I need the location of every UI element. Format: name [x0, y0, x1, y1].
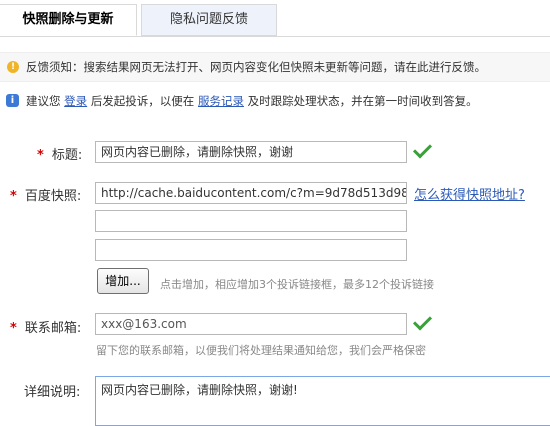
detail-textarea[interactable]: 网页内容已删除，请删除快照，谢谢!: [95, 376, 550, 426]
login-link[interactable]: 登录: [64, 94, 87, 108]
warning-icon: !: [7, 61, 19, 73]
detail-label: 详细说明:: [24, 385, 81, 400]
service-record-link[interactable]: 服务记录: [198, 94, 244, 108]
email-valid-check-icon: [412, 311, 433, 331]
notice-text: 反馈须知：搜索结果网页无法打开、网页内容变化但快照未更新等问题，请在此进行反馈。: [26, 60, 486, 74]
tab-snapshot-delete-update[interactable]: 快照删除与更新: [0, 4, 137, 36]
login-tip: 建议您 登录 后发起投诉，以便在 服务记录 及时跟踪处理状态，并在第一时间收到答…: [26, 93, 478, 109]
tab-bar: 快照删除与更新 隐私问题反馈: [0, 0, 550, 37]
snapshot-url-input-2[interactable]: [95, 210, 407, 232]
title-input[interactable]: 网页内容已删除，请删除快照，谢谢: [95, 141, 407, 163]
snapshot-url-input[interactable]: http://cache.baiducontent.com/c?m=9d78d5…: [95, 182, 407, 204]
info-icon: i: [6, 94, 19, 107]
snapshot-help-link[interactable]: 怎么获得快照地址?: [414, 184, 525, 203]
email-hint: 留下您的联系邮箱，以便我们将处理结果通知给您，我们会严格保密: [96, 344, 426, 357]
add-links-button[interactable]: 增加...: [97, 268, 149, 294]
tip-middle: 后发起投诉，以便在: [90, 94, 195, 108]
title-valid-check-icon: [412, 139, 433, 159]
title-label: * 标题:: [37, 148, 83, 163]
required-mark: *: [37, 148, 44, 163]
tab-privacy-feedback[interactable]: 隐私问题反馈: [141, 4, 277, 36]
required-mark: *: [10, 321, 17, 336]
add-links-hint: 点击增加，相应增加3个投诉链接框，最多12个投诉链接: [160, 278, 434, 291]
email-input[interactable]: xxx@163.com: [95, 313, 407, 335]
required-mark: *: [10, 189, 17, 204]
tip-suffix: 及时跟踪处理状态，并在第一时间收到答复。: [247, 94, 478, 108]
tip-prefix: 建议您: [26, 94, 61, 108]
feedback-notice: ! 反馈须知：搜索结果网页无法打开、网页内容变化但快照未更新等问题，请在此进行反…: [0, 52, 550, 82]
email-label: * 联系邮箱:: [10, 321, 82, 336]
snapshot-label: * 百度快照:: [10, 189, 82, 204]
snapshot-url-input-3[interactable]: [95, 239, 407, 261]
